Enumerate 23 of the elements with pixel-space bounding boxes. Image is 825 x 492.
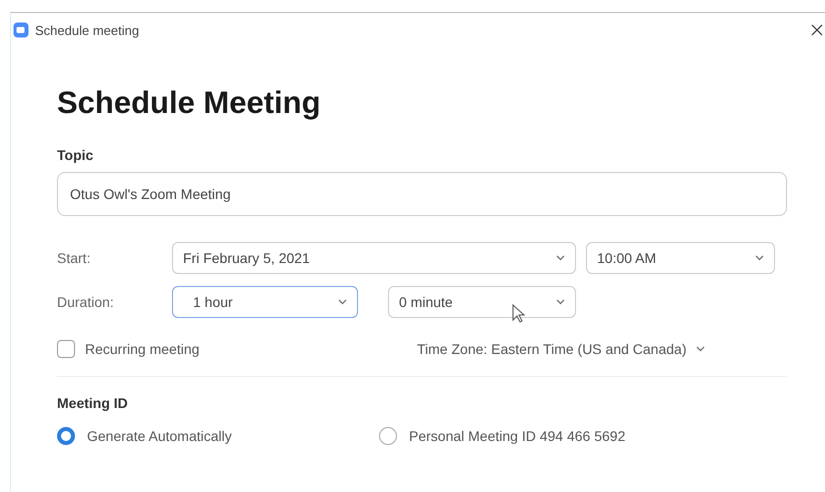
window-title: Schedule meeting [35, 22, 140, 38]
recurring-checkbox[interactable]: Recurring meeting [57, 340, 417, 358]
chevron-icon [755, 255, 764, 261]
dropdown[interactable]: 1 hour [172, 286, 358, 318]
dropdown[interactable]: 0 minute [388, 286, 576, 318]
chevron-icon [338, 299, 347, 305]
topic-label: Topic [57, 147, 94, 163]
chevron-icon [556, 299, 565, 305]
start-label: Start: [57, 250, 92, 266]
duration-label: Duration: [57, 294, 115, 310]
topic-field[interactable]: Otus Owl's Zoom Meeting [57, 172, 787, 216]
dialog-heading: Schedule Meeting [57, 84, 322, 122]
radio-option[interactable]: Generate Automatically [57, 427, 379, 445]
dropdown[interactable]: Fri February 5, 2021 [172, 242, 576, 274]
close-icon[interactable] [811, 24, 823, 36]
app-icon [13, 22, 29, 38]
chevron-icon [556, 255, 565, 261]
meeting-id-label: Meeting ID [57, 395, 129, 411]
dropdown[interactable]: 10:00 AM [586, 242, 775, 274]
time-zone-selector[interactable]: Time Zone: Eastern Time (US and Canada) [417, 341, 704, 357]
cursor-icon [512, 304, 526, 324]
chevron-icon [696, 346, 704, 352]
radio-option[interactable]: Personal Meeting ID 494 466 5692 [379, 427, 701, 445]
